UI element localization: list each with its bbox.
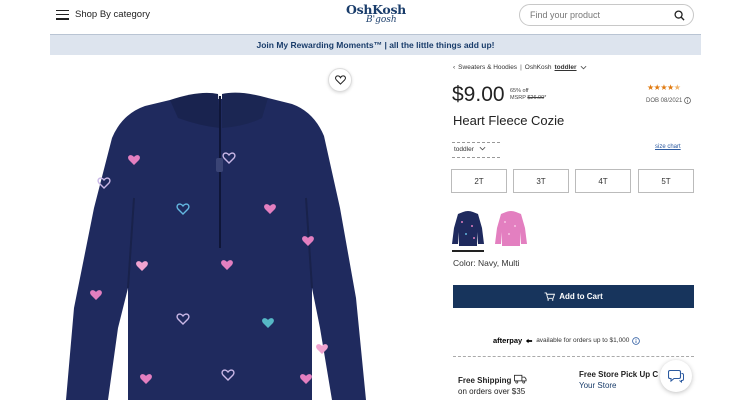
star-icon: ★: [660, 83, 668, 92]
size-group-label: toddler: [454, 146, 474, 153]
dob-text: DOB 08/2021: [646, 97, 683, 104]
swatch-pink[interactable]: [493, 208, 529, 248]
search-icon[interactable]: [674, 10, 685, 21]
star-icon: ★: [647, 83, 654, 92]
hamburger-icon: [56, 9, 69, 20]
oshkosh-logo[interactable]: OshKosh B'gosh: [346, 2, 406, 30]
size-button-4t[interactable]: 4T: [575, 169, 631, 193]
afterpay-info: afterpay available for orders up to $1,0…: [493, 336, 641, 345]
site-header: Shop By category OshKosh B'gosh: [0, 0, 750, 32]
afterpay-arrows-icon: [526, 338, 533, 343]
divider: [453, 356, 694, 357]
free-shipping-info: Free Shipping on orders over $35: [458, 374, 527, 397]
pickup-title: Free Store Pick Up C: [579, 370, 659, 379]
chat-button[interactable]: [660, 360, 692, 392]
heart-icon: [334, 75, 346, 85]
discount-text: 65% off: [510, 88, 529, 94]
add-to-cart-button[interactable]: Add to Cart: [453, 285, 694, 308]
dob-info: DOB 08/2021: [646, 97, 692, 104]
shipping-subtitle: on orders over $35: [458, 387, 526, 396]
afterpay-text: available for orders up to $1,000: [536, 337, 630, 344]
product-image[interactable]: [50, 58, 435, 400]
promo-banner[interactable]: Join My Rewarding Moments™ | all the lit…: [50, 34, 701, 55]
size-button-5t[interactable]: 5T: [638, 169, 694, 193]
logo-text-sub: B'gosh: [366, 15, 397, 25]
add-to-cart-label: Add to Cart: [559, 292, 603, 301]
msrp-note: *: [544, 95, 547, 101]
search-input[interactable]: [530, 8, 670, 22]
msrp-label: MSRP: [510, 95, 526, 101]
price-meta: 65% off MSRP $26.00*: [510, 88, 546, 102]
breadcrumb-item-category[interactable]: Sweaters & Hoodies: [458, 64, 517, 71]
search-box[interactable]: [519, 4, 694, 26]
info-icon[interactable]: [632, 336, 641, 345]
size-chart-link[interactable]: size chart: [655, 144, 681, 150]
chevron-down-icon[interactable]: [580, 65, 587, 70]
shipping-title: Free Shipping: [458, 376, 512, 385]
breadcrumb-item-brand[interactable]: OshKosh: [525, 64, 552, 71]
msrp-line: MSRP $26.00*: [510, 95, 546, 102]
truck-icon: [513, 374, 527, 384]
pickup-store-link[interactable]: Your Store: [579, 380, 663, 391]
cart-icon: [544, 292, 556, 301]
size-button-3t[interactable]: 3T: [513, 169, 569, 193]
wishlist-button[interactable]: [328, 68, 352, 92]
store-pickup-info: Free Store Pick Up C Your Store: [579, 369, 663, 391]
shop-by-category-button[interactable]: Shop By category: [56, 9, 150, 20]
size-group-dropdown[interactable]: toddler: [452, 142, 500, 158]
product-title: Heart Fleece Cozie: [453, 113, 565, 128]
chevron-left-icon: ‹: [453, 64, 456, 71]
color-label: Color: Navy, Multi: [453, 258, 520, 268]
afterpay-logo: afterpay: [493, 336, 523, 345]
rating-stars[interactable]: ★★★★★: [647, 83, 681, 92]
swatch-navy[interactable]: [450, 208, 486, 248]
msrp-value: $26.00: [527, 95, 545, 101]
info-icon[interactable]: [684, 97, 692, 104]
breadcrumb: ‹ Sweaters & Hoodies | OshKosh toddler: [453, 64, 587, 71]
chat-bubble-icon: [668, 369, 684, 383]
promo-text: Join My Rewarding Moments™ | all the lit…: [256, 40, 495, 50]
product-price: $9.00: [452, 83, 505, 106]
chevron-down-icon: [479, 146, 486, 151]
breadcrumb-item-age[interactable]: toddler: [555, 64, 577, 71]
star-half-icon: ★: [673, 83, 681, 92]
selected-swatch-indicator: [452, 250, 484, 252]
breadcrumb-separator: |: [520, 64, 522, 71]
menu-label: Shop By category: [75, 9, 150, 20]
star-icon: ★: [667, 83, 674, 92]
size-button-2t[interactable]: 2T: [451, 169, 507, 193]
